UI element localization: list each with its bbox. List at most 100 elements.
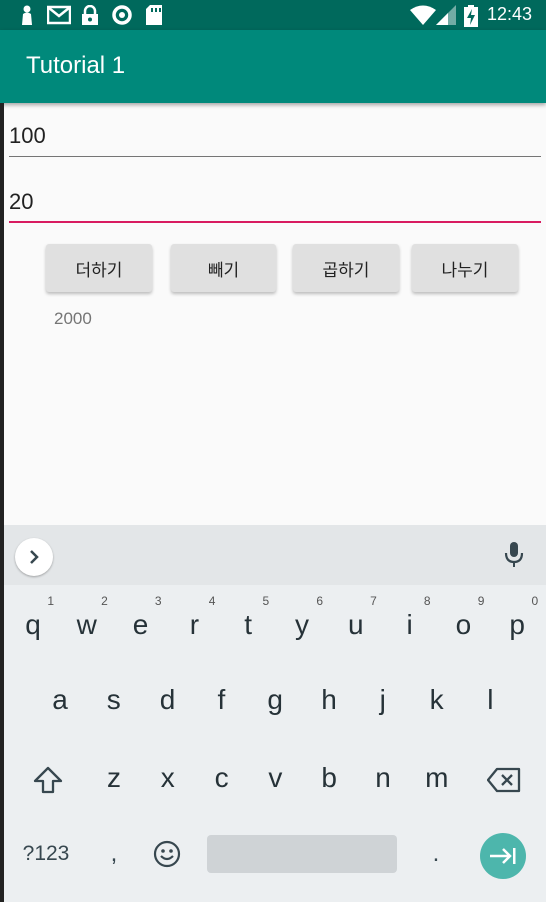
key-u[interactable]: u7 — [329, 594, 383, 653]
key-s[interactable]: s — [87, 672, 141, 728]
key-label: t — [244, 609, 253, 640]
key-z[interactable]: z — [87, 750, 141, 806]
emoji-key[interactable] — [145, 828, 189, 880]
backspace-icon — [487, 767, 521, 793]
key-x[interactable]: x — [141, 750, 195, 806]
key-label: w — [76, 609, 97, 640]
battery-charging-icon — [464, 5, 478, 27]
key-label: z — [107, 762, 121, 793]
key-v[interactable]: v — [248, 750, 302, 806]
key-label: o — [455, 609, 472, 640]
key-y[interactable]: y6 — [275, 594, 329, 653]
lock-icon — [82, 5, 98, 25]
space-bar[interactable] — [207, 835, 397, 873]
key-label: b — [321, 762, 337, 793]
key-label: j — [379, 684, 386, 715]
second-number-input[interactable] — [9, 177, 541, 227]
key-q[interactable]: q1 — [6, 594, 60, 653]
key-hint: 6 — [316, 594, 323, 608]
key-hint: 4 — [208, 594, 216, 608]
shift-icon — [33, 766, 63, 794]
key-hint: 0 — [531, 594, 539, 608]
key-hint: 2 — [101, 594, 108, 608]
subtract-button[interactable]: 빼기 — [171, 244, 276, 292]
key-label: n — [375, 762, 391, 793]
backspace-key[interactable] — [484, 752, 524, 808]
first-input-underline — [9, 156, 541, 157]
wifi-icon — [410, 5, 436, 25]
key-label: h — [321, 684, 337, 715]
key-w[interactable]: w2 — [60, 594, 114, 653]
key-label: i — [406, 609, 413, 640]
chevron-right-icon — [30, 550, 39, 564]
key-n[interactable]: n — [356, 750, 410, 806]
key-g[interactable]: g — [248, 672, 302, 728]
key-l[interactable]: l — [463, 672, 517, 728]
multiply-button[interactable]: 곱하기 — [293, 244, 399, 292]
key-label: e — [132, 609, 149, 640]
first-number-input[interactable] — [9, 111, 541, 161]
key-r[interactable]: r4 — [167, 594, 221, 653]
key-label: r — [189, 609, 200, 640]
key-b[interactable]: b — [302, 750, 356, 806]
key-hint: 9 — [477, 594, 485, 608]
result-text: 2000 — [54, 309, 92, 328]
shift-key[interactable] — [30, 752, 66, 808]
keyboard-expand-button[interactable] — [15, 538, 53, 576]
enter-key[interactable] — [480, 833, 526, 879]
status-bar: 12:43 — [0, 0, 546, 30]
second-input-underline — [9, 221, 541, 223]
key-label: s — [106, 684, 121, 715]
key-a[interactable]: a — [33, 672, 87, 728]
key-hint: 1 — [47, 594, 54, 608]
key-t[interactable]: t5 — [221, 594, 275, 653]
key-label: q — [25, 609, 41, 640]
status-time: 12:43 — [486, 4, 532, 24]
key-i[interactable]: i8 — [383, 594, 437, 653]
gmail-icon — [47, 5, 71, 25]
add-button[interactable]: 더하기 — [46, 244, 152, 292]
mic-icon[interactable] — [504, 541, 524, 569]
person-icon — [22, 5, 32, 25]
comma-key[interactable]: , — [94, 828, 134, 880]
key-hint: 7 — [370, 594, 377, 608]
symbols-key[interactable]: ?123 — [14, 828, 78, 880]
key-h[interactable]: h — [302, 672, 356, 728]
app-bar: Tutorial 1 — [0, 30, 546, 103]
key-hint: 5 — [262, 594, 270, 608]
keyboard-toolbar — [4, 525, 546, 585]
key-label: x — [160, 762, 175, 793]
key-label: l — [487, 684, 494, 715]
soft-keyboard: q1w2e3r4t5y6u7i8o9p0 asdfghjkl zxcvbnm ?… — [4, 525, 546, 902]
key-label: d — [159, 684, 176, 715]
key-label: k — [429, 684, 444, 715]
key-e[interactable]: e3 — [114, 594, 168, 653]
key-f[interactable]: f — [194, 672, 248, 728]
key-c[interactable]: c — [195, 750, 249, 806]
signal-icon — [436, 5, 456, 25]
key-label: a — [52, 684, 68, 715]
key-hint: 8 — [423, 594, 431, 608]
key-label: m — [425, 762, 449, 793]
key-hint: 3 — [154, 594, 162, 608]
key-label: y — [295, 609, 309, 640]
next-arrow-icon — [490, 848, 516, 864]
key-j[interactable]: j — [356, 672, 410, 728]
key-label: v — [268, 762, 283, 793]
sd-card-icon — [146, 5, 162, 25]
key-o[interactable]: o9 — [436, 594, 490, 653]
key-label: f — [217, 684, 226, 715]
key-k[interactable]: k — [410, 672, 464, 728]
key-label: u — [348, 609, 364, 640]
key-m[interactable]: m — [410, 750, 464, 806]
circle-icon — [112, 5, 132, 25]
page-title: Tutorial 1 — [26, 52, 126, 79]
divide-button[interactable]: 나누기 — [412, 244, 518, 292]
key-d[interactable]: d — [141, 672, 195, 728]
key-p[interactable]: p0 — [490, 594, 544, 653]
period-key[interactable]: . — [416, 828, 456, 880]
key-label: p — [509, 609, 525, 640]
emoji-icon — [153, 840, 181, 868]
key-label: c — [214, 762, 229, 793]
key-label: g — [267, 684, 283, 715]
